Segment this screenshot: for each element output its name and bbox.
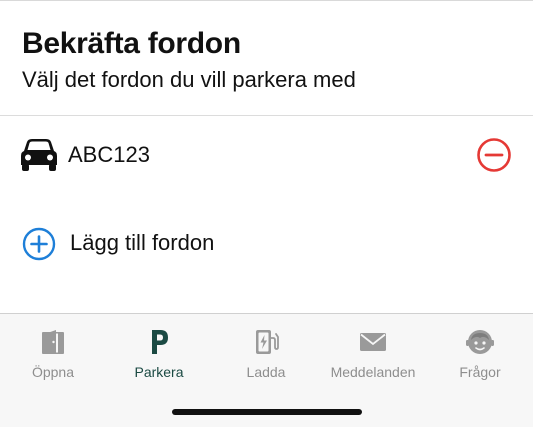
tab-bar: Öppna Parkera Ladda Meddelanden Frågor: [0, 313, 533, 427]
top-border: [0, 0, 533, 1]
parking-icon: [152, 330, 168, 354]
support-agent-icon: [466, 330, 494, 354]
tab-oppna[interactable]: Öppna: [5, 324, 101, 384]
page-subtitle: Välj det fordon du vill parkera med: [22, 67, 356, 92]
add-vehicle-label: Lägg till fordon: [70, 230, 215, 255]
tab-ladda[interactable]: Ladda: [218, 324, 314, 384]
tab-label: Meddelanden: [330, 364, 416, 380]
tab-label: Öppna: [31, 364, 75, 380]
tab-meddelanden[interactable]: Meddelanden: [325, 324, 421, 384]
add-vehicle-button[interactable]: Lägg till fordon: [0, 222, 533, 262]
door-icon: [42, 330, 64, 354]
tab-label: Ladda: [246, 364, 286, 380]
header: Bekräfta fordon Välj det fordon du vill …: [22, 26, 522, 94]
vehicle-plate: ABC123: [68, 142, 150, 167]
envelope-icon: [360, 333, 386, 351]
vehicle-row[interactable]: ABC123: [0, 132, 533, 178]
plus-circle-icon: [22, 227, 56, 261]
tab-label: Parkera: [134, 364, 184, 380]
home-indicator[interactable]: [172, 409, 362, 415]
page-title: Bekräfta fordon: [22, 27, 241, 60]
divider: [0, 115, 533, 116]
car-icon: [21, 139, 57, 171]
tab-label: Frågor: [459, 364, 501, 380]
tab-fragor[interactable]: Frågor: [432, 324, 528, 384]
charging-station-icon: [256, 330, 279, 354]
tab-parkera[interactable]: Parkera: [111, 324, 207, 384]
remove-vehicle-button[interactable]: [476, 137, 512, 173]
